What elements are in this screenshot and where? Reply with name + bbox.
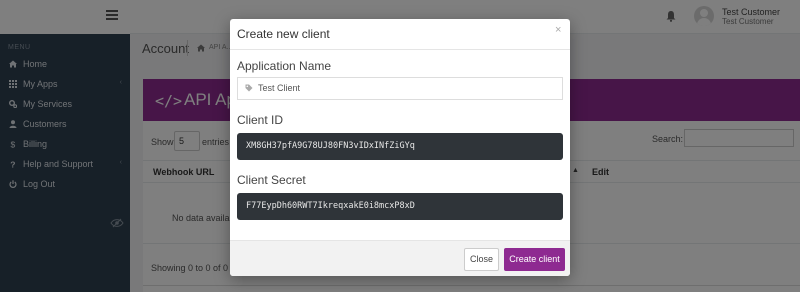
application-name-value: Test Client [258,83,301,93]
create-client-button[interactable]: Create client [504,248,565,271]
client-secret-label: Client Secret [237,173,306,187]
client-secret-value: F77EypDh60RWT7IkreqxakE0i8mcxP8xD [246,201,415,211]
close-button[interactable]: Close [464,248,499,271]
close-icon[interactable]: × [555,24,561,36]
application-name-label: Application Name [237,59,332,73]
modal-title: Create new client [237,27,330,41]
client-id-label: Client ID [237,113,284,127]
divider [230,49,570,50]
tag-icon [245,84,253,92]
client-id-value: XM8GH37pfA9G78UJ80FN3vIDxINfZiGYq [246,141,415,151]
create-client-modal: Create new client × Application Name Tes… [230,19,570,276]
